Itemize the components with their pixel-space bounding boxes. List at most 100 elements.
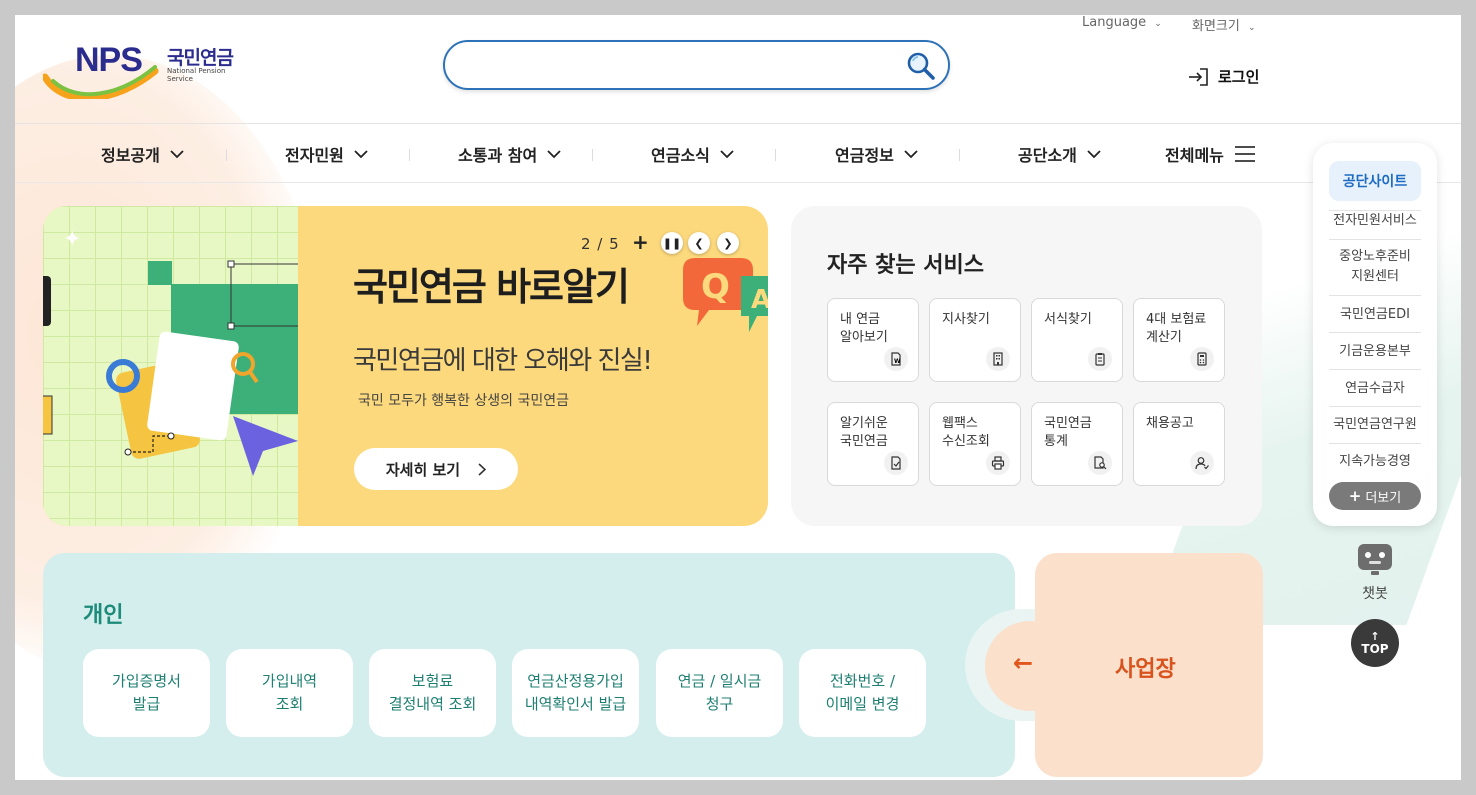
banner-counter: 2 / 5 <box>581 235 620 253</box>
gnb-item-pension-info[interactable]: 연금정보 <box>835 142 918 166</box>
language-label: Language <box>1082 15 1147 30</box>
service-label: 국민연금 통계 <box>1044 416 1092 449</box>
side-link-fund-management[interactable]: 기금운용본부 <box>1327 342 1423 362</box>
personal-btn-premium-history[interactable]: 보험료 결정내역 조회 <box>369 649 496 737</box>
search-input[interactable] <box>465 52 885 78</box>
gnb-item-pension-news[interactable]: 연금소식 <box>651 142 734 166</box>
qa-a-letter: A <box>751 285 768 315</box>
site-links-panel: 공단사이트 전자민원서비스 중앙노후준비 지원센터 국민연금EDI 기금운용본부… <box>1313 143 1437 526</box>
svg-text:W: W <box>894 358 901 365</box>
svg-text:✦: ✦ <box>63 227 81 252</box>
service-form-finder[interactable]: 서식찾기 <box>1031 298 1123 382</box>
chevron-down-icon: ⌄ <box>1154 19 1162 29</box>
service-insurance-calculator[interactable]: 4대 보험료 계산기 <box>1133 298 1225 382</box>
side-link-research[interactable]: 국민연금연구원 <box>1327 415 1423 435</box>
search-icon[interactable] <box>906 51 936 81</box>
service-label: 지사찾기 <box>942 312 990 327</box>
login-label: 로그인 <box>1218 68 1260 86</box>
banner-description: 국민 모두가 행복한 상생의 국민연금 <box>358 393 569 409</box>
services-title: 자주 찾는 서비스 <box>827 253 984 278</box>
frequent-services-panel: 자주 찾는 서비스 내 연금 알아보기 W 지사찾기 서식찾기 4대 보험료 계… <box>791 206 1262 526</box>
divider <box>1329 295 1421 296</box>
service-statistics[interactable]: 국민연금 통계 <box>1031 402 1123 486</box>
search-box[interactable] <box>443 40 950 90</box>
chevron-right-icon <box>478 462 487 476</box>
search-document-icon <box>1088 451 1112 475</box>
gnb-item-info-disclosure[interactable]: 정보공개 <box>101 142 184 166</box>
service-label: 4대 보험료 계산기 <box>1146 312 1207 345</box>
personal-btn-subscription-history[interactable]: 가입내역 조회 <box>226 649 353 737</box>
gnb-bottom-divider <box>15 182 1461 183</box>
personal-btn-label: 보험료 결정내역 조회 <box>388 672 477 713</box>
personal-services-panel: 개인 가입증명서 발급 가입내역 조회 보험료 결정내역 조회 연금산정용가입 … <box>43 553 1015 777</box>
logo-english-text: National Pension Service <box>167 67 226 83</box>
building-icon <box>986 347 1010 371</box>
nps-logo[interactable]: NPS 국민연금 National Pension Service <box>43 41 253 99</box>
banner-illustration: ✦ <box>43 206 312 526</box>
personal-btn-pension-claim[interactable]: 연금 / 일시금 청구 <box>656 649 783 737</box>
all-menu-button[interactable]: 전체메뉴 <box>1165 142 1256 166</box>
gnb-item-about[interactable]: 공단소개 <box>1018 142 1101 166</box>
gnb-separator <box>775 149 776 161</box>
gnb-item-label: 연금정보 <box>835 146 894 165</box>
banner-subtitle: 국민연금에 대한 오해와 진실! <box>353 346 653 376</box>
service-webfax[interactable]: 웹팩스 수신조회 <box>929 402 1021 486</box>
chevron-right-icon[interactable]: ❯ <box>717 232 739 254</box>
zoom-selector[interactable]: 화면크기 ⌄ <box>1192 15 1256 34</box>
side-more-button[interactable]: + 더보기 <box>1329 482 1421 510</box>
main-banner[interactable]: ✦ 2 / 5 + ❚❚ ❮ ❯ Q A 국민연금 바로알기 국민연금에 대한 … <box>43 206 768 526</box>
chevron-down-icon <box>354 149 368 158</box>
gnb-item-communication[interactable]: 소통과 참여 <box>458 142 561 166</box>
personal-btn-label: 연금산정용가입 내역확인서 발급 <box>524 672 627 713</box>
chevron-down-icon <box>547 149 561 158</box>
site-links-header[interactable]: 공단사이트 <box>1329 161 1421 201</box>
main-navigation: 정보공개 전자민원 소통과 참여 연금소식 연금정보 공단소개 전체메뉴 <box>15 124 1461 182</box>
gnb-item-label: 소통과 참여 <box>458 146 538 165</box>
clipboard-icon <box>1088 347 1112 371</box>
page: NPS 국민연금 National Pension Service Langua… <box>15 15 1461 780</box>
calculator-icon <box>1190 347 1214 371</box>
side-link-edi[interactable]: 국민연금EDI <box>1327 305 1423 325</box>
pause-icon[interactable]: ❚❚ <box>661 232 683 254</box>
chevron-down-icon <box>170 149 184 158</box>
chatbot-button[interactable]: 챗봇 <box>1353 543 1397 603</box>
gnb-item-label: 정보공개 <box>101 146 160 165</box>
divider <box>1329 332 1421 333</box>
personal-btn-label: 가입내역 조회 <box>261 672 318 713</box>
service-label: 서식찾기 <box>1044 312 1092 327</box>
banner-add-icon[interactable]: + <box>632 230 649 254</box>
banner-detail-button[interactable]: 자세히 보기 <box>354 448 518 490</box>
login-icon <box>1189 67 1208 86</box>
service-recruitment[interactable]: 채용공고 <box>1133 402 1225 486</box>
chevron-left-icon[interactable]: ❮ <box>688 232 710 254</box>
side-link-retirement-center[interactable]: 중앙노후준비 지원센터 <box>1327 247 1423 287</box>
side-link-e-civil[interactable]: 전자민원서비스 <box>1327 211 1423 231</box>
divider <box>1329 443 1421 444</box>
language-selector[interactable]: Language ⌄ <box>1082 15 1162 30</box>
document-illustration: ✦ <box>43 227 312 476</box>
service-easy-pension[interactable]: 알기쉬운 국민연금 <box>827 402 919 486</box>
gnb-item-label: 연금소식 <box>651 146 710 165</box>
service-branch-finder[interactable]: 지사찾기 <box>929 298 1021 382</box>
personal-btn-contact-change[interactable]: 전화번호 / 이메일 변경 <box>799 649 926 737</box>
scroll-top-button[interactable]: ↑ TOP <box>1351 619 1399 667</box>
personal-btn-subscription-certificate[interactable]: 가입증명서 발급 <box>83 649 210 737</box>
business-label[interactable]: 사업장 <box>1115 651 1176 683</box>
personal-btn-calculation-certificate[interactable]: 연금산정용가입 내역확인서 발급 <box>512 649 639 737</box>
gnb-separator <box>592 149 593 161</box>
document-icon: W <box>884 347 908 371</box>
chevron-down-icon <box>720 149 734 158</box>
top-label: TOP <box>1361 642 1389 656</box>
qa-speech-bubble-icon: Q A <box>675 252 768 346</box>
gnb-item-e-civil[interactable]: 전자민원 <box>285 142 368 166</box>
side-link-pensioner[interactable]: 연금수급자 <box>1327 379 1423 399</box>
gnb-item-label: 전자민원 <box>285 146 344 165</box>
side-link-sustainability[interactable]: 지속가능경영 <box>1327 452 1423 472</box>
gnb-separator <box>409 149 410 161</box>
personal-btn-label: 전화번호 / 이메일 변경 <box>825 672 900 713</box>
gnb-separator <box>959 149 960 161</box>
login-button[interactable]: 로그인 <box>1188 66 1259 87</box>
service-label: 내 연금 알아보기 <box>840 312 888 345</box>
arrow-left-icon[interactable]: ← <box>1013 649 1033 677</box>
service-my-pension[interactable]: 내 연금 알아보기 W <box>827 298 919 382</box>
